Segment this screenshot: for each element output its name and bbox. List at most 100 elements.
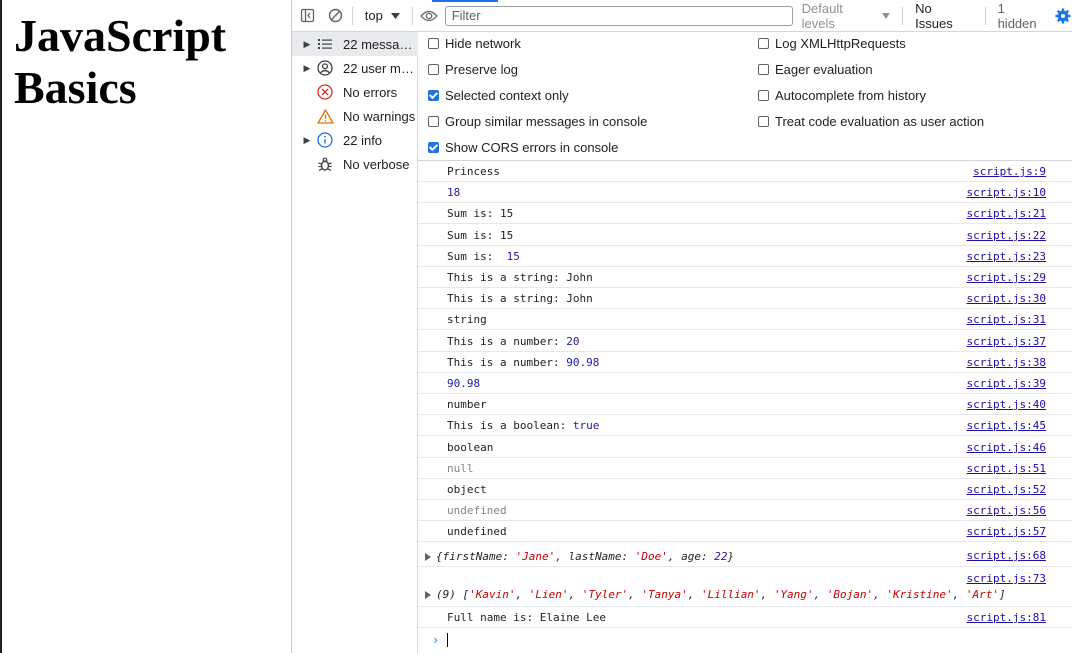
sidebar-item-label: 22 messages [343, 36, 415, 52]
context-selector[interactable]: top [359, 8, 406, 23]
hidden-count: 1 hidden [997, 0, 1037, 31]
source-link[interactable]: script.js:51 [967, 462, 1046, 475]
console-settings-panel: Hide network Preserve log Selected conte… [418, 32, 1072, 161]
console-message-row: undefined script.js:56 [418, 500, 1072, 521]
sidebar-item-label: 22 user messages [343, 60, 415, 76]
checkbox-box[interactable] [758, 90, 769, 101]
hide-network-checkbox[interactable]: Hide network [428, 36, 521, 51]
source-link[interactable]: script.js:46 [967, 441, 1046, 454]
checkbox-label: Log XMLHttpRequests [775, 36, 906, 51]
message-text-part: This is a number: [447, 335, 567, 348]
source-link[interactable]: script.js:52 [967, 483, 1046, 496]
message-text: This is a number: 90.98 [447, 356, 599, 369]
source-link[interactable]: script.js:68 [967, 549, 1046, 562]
checkbox-label: Treat code evaluation as user action [775, 114, 985, 129]
source-link[interactable]: script.js:29 [967, 271, 1046, 284]
warning-icon [316, 107, 334, 125]
message-text: Full name is: Elaine Lee [447, 611, 606, 624]
object-preview[interactable]: {firstName: 'Jane', lastName: 'Doe', age… [425, 550, 734, 563]
group-similar-checkbox[interactable]: Group similar messages in console [428, 114, 647, 129]
message-text: This is a string: John [447, 292, 593, 305]
sidebar-item-label: No errors [343, 84, 398, 100]
console-object-row[interactable]: {firstName: 'Jane', lastName: 'Doe', age… [418, 545, 1072, 567]
checkbox-box[interactable] [758, 116, 769, 127]
source-link[interactable]: script.js:30 [967, 292, 1046, 305]
source-link[interactable]: script.js:37 [967, 335, 1046, 348]
source-link[interactable]: script.js:23 [967, 250, 1046, 263]
source-link[interactable]: script.js:39 [967, 377, 1046, 390]
message-text: This is a string: John [447, 271, 593, 284]
separator: , [687, 588, 701, 601]
checkbox-box[interactable] [758, 64, 769, 75]
eager-evaluation-checkbox[interactable]: Eager evaluation [758, 62, 873, 77]
message-text-part: number [447, 398, 487, 411]
show-cors-errors-checkbox[interactable]: Show CORS errors in console [428, 140, 618, 155]
sidebar-toggle-icon[interactable] [298, 6, 318, 26]
source-link[interactable]: script.js:56 [967, 504, 1046, 517]
sidebar-item-warnings[interactable]: No warnings [292, 104, 418, 128]
devtools-console-panel: top Filter Default levels No Issues 1 hi… [291, 0, 1072, 653]
checkbox-box[interactable] [428, 38, 439, 49]
source-link[interactable]: script.js:45 [967, 419, 1046, 432]
treat-code-eval-checkbox[interactable]: Treat code evaluation as user action [758, 114, 984, 129]
console-message-row: boolean script.js:46 [418, 437, 1072, 458]
checkbox-box[interactable] [428, 116, 439, 127]
preserve-log-checkbox[interactable]: Preserve log [428, 62, 518, 77]
log-levels-dropdown[interactable]: Default levels [802, 1, 891, 31]
autocomplete-history-checkbox[interactable]: Autocomplete from history [758, 88, 926, 103]
checkbox-label: Group similar messages in console [445, 114, 648, 129]
source-link[interactable]: script.js:57 [967, 525, 1046, 538]
separator: , [952, 588, 966, 601]
source-link[interactable]: script.js:22 [967, 229, 1046, 242]
sidebar-item-errors[interactable]: No errors [292, 80, 418, 104]
source-link[interactable]: script.js:73 [967, 572, 1046, 585]
issues-button[interactable]: No Issues [915, 1, 972, 31]
expand-arrow-icon[interactable] [425, 591, 431, 599]
source-link[interactable]: script.js:31 [967, 313, 1046, 326]
array-item: 'Kavin' [469, 588, 516, 601]
message-value: 15 [506, 250, 520, 263]
page-content: JavaScript Basics [2, 0, 291, 653]
source-link[interactable]: script.js:38 [967, 356, 1046, 369]
console-sidebar: ▶ 22 messages ▶ 22 user messages No erro… [292, 32, 418, 653]
separator: , [628, 588, 642, 601]
sidebar-item-info[interactable]: ▶ 22 info [292, 128, 418, 152]
console-message-row: undefined script.js:57 [418, 521, 1072, 542]
console-message-row: This is a boolean: true script.js:45 [418, 415, 1072, 436]
checkbox-box[interactable] [428, 90, 439, 101]
sidebar-item-verbose[interactable]: No verbose [292, 152, 418, 176]
console-messages: Princess script.js:9 18 script.js:10 Sum is:… [418, 161, 1072, 653]
source-link[interactable]: script.js:9 [973, 165, 1046, 178]
source-link[interactable]: script.js:81 [967, 611, 1046, 624]
gear-icon[interactable] [1053, 6, 1072, 26]
array-item: 'Lillian' [700, 588, 761, 601]
checkbox-box[interactable] [758, 38, 769, 49]
log-xmlhttprequests-checkbox[interactable]: Log XMLHttpRequests [758, 36, 906, 51]
array-preview[interactable]: (9) ['Kavin', 'Lien', 'Tyler', 'Tanya', … [425, 588, 1006, 601]
eye-icon[interactable] [419, 6, 439, 26]
message-text-part: Sum is: 15 [447, 207, 514, 220]
sidebar-item-messages[interactable]: ▶ 22 messages [292, 32, 418, 56]
message-text: This is a boolean: true [447, 419, 599, 432]
checkbox-box[interactable] [428, 142, 439, 153]
message-text: Princess [447, 165, 500, 178]
selected-context-only-checkbox[interactable]: Selected context only [428, 88, 569, 103]
checkbox-label: Eager evaluation [775, 62, 873, 77]
filter-input[interactable]: Filter [444, 5, 793, 26]
expand-arrow-icon[interactable] [425, 553, 431, 561]
source-link[interactable]: script.js:10 [967, 186, 1046, 199]
page-heading: JavaScript Basics [14, 10, 227, 113]
message-text-part: This is a string: John [447, 292, 593, 305]
message-text: Sum is: 15 [447, 207, 513, 220]
source-link[interactable]: script.js:40 [967, 398, 1046, 411]
sidebar-item-user-messages[interactable]: ▶ 22 user messages [292, 56, 418, 80]
console-message-row: Sum is: 15 script.js:23 [418, 246, 1072, 267]
toolbar-divider [411, 6, 413, 25]
array-item: 'Tyler' [581, 588, 629, 601]
checkbox-label: Preserve log [445, 62, 518, 77]
checkbox-box[interactable] [428, 64, 439, 75]
clear-console-icon[interactable] [326, 6, 346, 26]
source-link[interactable]: script.js:21 [967, 207, 1046, 220]
console-input[interactable] [447, 633, 448, 647]
console-array-row[interactable]: script.js:73 (9) ['Kavin', 'Lien', 'Tyle… [418, 567, 1072, 607]
